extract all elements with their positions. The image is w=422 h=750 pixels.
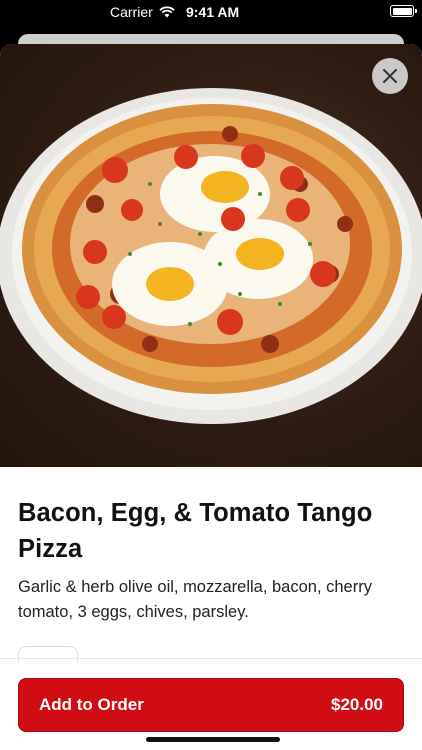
status-bar: Carrier 9:41 AM [0, 0, 422, 26]
footer-divider [0, 658, 422, 659]
add-to-order-button[interactable]: Add to Order $20.00 [18, 678, 404, 732]
add-to-order-label: Add to Order [39, 695, 144, 714]
status-time: 9:41 AM [186, 4, 240, 20]
option-chip[interactable] [18, 646, 78, 662]
pizza-illustration [0, 88, 422, 424]
battery-icon [390, 5, 417, 17]
item-description: Garlic & herb olive oil, mozzarella, bac… [18, 578, 372, 621]
item-info: Bacon, Egg, & Tomato Tango Pizza Garlic … [0, 467, 422, 625]
item-title: Bacon, Egg, & Tomato Tango Pizza [18, 499, 373, 563]
close-icon [383, 69, 397, 83]
wifi-icon [159, 6, 175, 18]
close-button[interactable] [372, 58, 408, 94]
item-detail-sheet: Bacon, Egg, & Tomato Tango Pizza Garlic … [0, 44, 422, 750]
order-price: $20.00 [331, 695, 383, 714]
home-indicator [146, 737, 280, 742]
carrier-label: Carrier [110, 4, 153, 20]
pizza-image [0, 44, 422, 467]
carrier-group: Carrier [110, 4, 175, 20]
